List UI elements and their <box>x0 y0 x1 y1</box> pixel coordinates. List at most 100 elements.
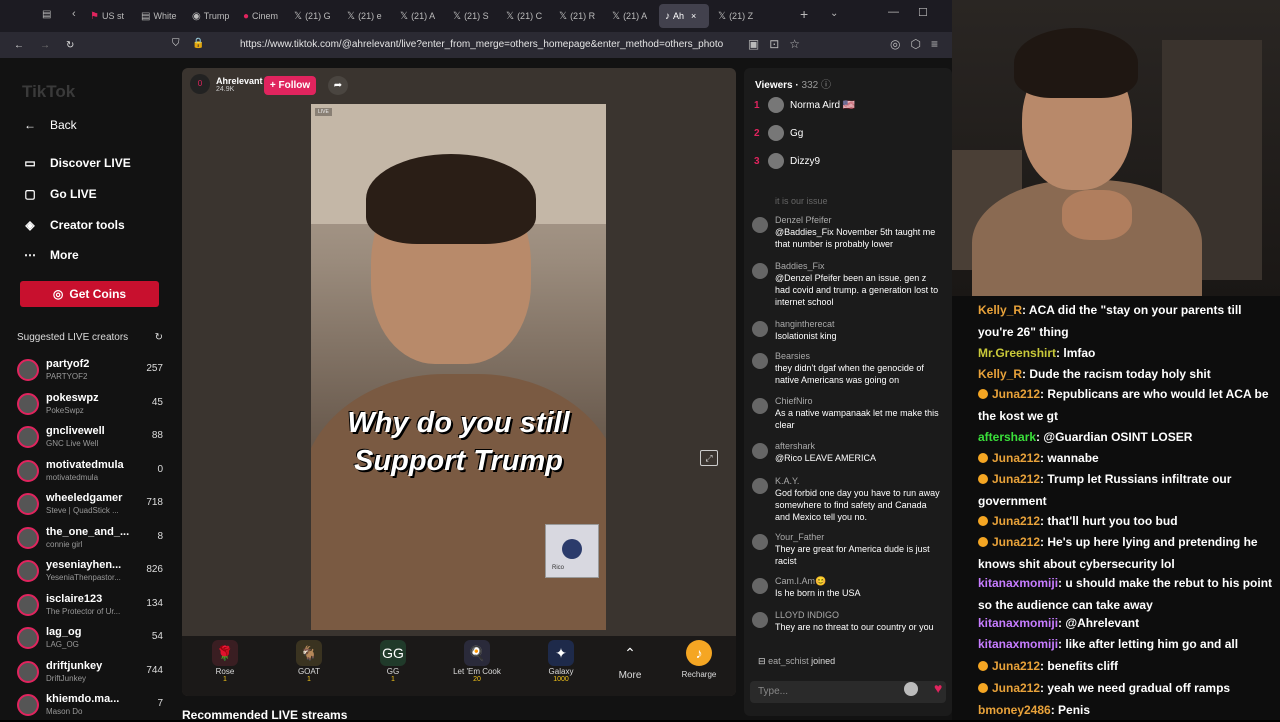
stream-chat-user: kitanaxmomiji <box>978 576 1059 590</box>
browser-tab[interactable]: ▤ White <box>135 4 183 28</box>
tab-scroll-left-icon[interactable]: ‹ <box>72 8 76 20</box>
tab-strip: ⚑ US st ▤ White ◉ Trump ● Cinem 𝕏 (21) G 𝕏 (21) e 𝕏(… <box>84 4 762 28</box>
streamer-hair <box>366 154 536 244</box>
nav-label: Go LIVE <box>50 187 97 201</box>
share-icon[interactable]: ➦ <box>328 76 348 95</box>
chat-username: hanginthere​cat <box>775 319 835 329</box>
browser-tab[interactable]: 𝕏 (21) e <box>341 4 391 28</box>
get-coins-label: Get Coins <box>69 287 127 301</box>
account-icon[interactable]: ◎ <box>890 37 900 51</box>
stream-chat-line: Juna212: benefits cliff <box>978 655 1276 677</box>
viewers-count: 332 <box>801 80 819 91</box>
creator-item[interactable]: partyof2 PARTYOF2 257 <box>17 356 163 386</box>
creator-viewer-count: 45 <box>151 396 163 408</box>
bookmark-star-icon[interactable]: ☆ <box>789 37 800 51</box>
browser-tab[interactable]: 𝕏 (21) G <box>288 4 338 28</box>
gift-chevron-up[interactable]: ⌃ More <box>600 640 660 681</box>
webcam-overlay <box>952 0 1280 296</box>
browser-tab[interactable]: 𝕏 (21) S <box>447 4 497 28</box>
creator-item[interactable]: yesenia​yhen... YeseniaThenpastor... 826 <box>17 557 163 587</box>
browser-tab[interactable]: 𝕏 (21) A <box>606 4 656 28</box>
creator-item[interactable]: isclaire123 The Protector of Ur... 134 <box>17 591 163 621</box>
guest-pip[interactable]: Rico <box>545 524 599 578</box>
gift-gg[interactable]: GG GG 1 <box>363 640 423 683</box>
chat-text: They are great for America dude is just … <box>775 544 930 566</box>
gift-rose[interactable]: 🌹 Rose 1 <box>195 640 255 683</box>
nav-discover-live[interactable]: ▭ Discover LIVE <box>22 156 131 170</box>
creator-subtitle: connie girl <box>46 539 83 549</box>
creator-item[interactable]: wheeledgamer Steve | QuadStick ... 718 <box>17 490 163 520</box>
x-icon: 𝕏 <box>718 10 727 22</box>
tab-list-icon[interactable]: ▤ <box>42 9 51 20</box>
screenshot-icon[interactable]: ⊡ <box>769 37 779 51</box>
host-name: Ahrelevant <box>216 75 263 86</box>
menu-icon[interactable]: ≡ <box>931 37 938 51</box>
close-tab-icon[interactable]: × <box>691 11 696 21</box>
browser-tab[interactable]: ● Cinem <box>237 4 285 28</box>
browser-tab[interactable]: ◉ Trump <box>186 4 234 28</box>
emoji-icon[interactable] <box>904 682 918 696</box>
creator-item[interactable]: motivatedmula motivatedmula 0 <box>17 457 163 487</box>
minimize-button[interactable]: — <box>888 6 899 18</box>
top-viewer[interactable]: 3 Dizzy9 <box>754 153 944 169</box>
get-coins-button[interactable]: ◎ Get Coins <box>20 281 159 307</box>
nav-go-live[interactable]: ▢ Go LIVE <box>22 187 97 201</box>
gift-name: GG <box>386 667 400 676</box>
reload-icon[interactable]: ↻ <box>66 40 74 51</box>
gift-name: Galaxy <box>548 667 574 676</box>
browser-tab[interactable]: 𝕏 (21) R <box>553 4 603 28</box>
creator-avatar <box>17 627 39 649</box>
stream-chat-line: Juna212: wannabe <box>978 447 1276 469</box>
gift-cook[interactable]: 🍳 Let 'Em Cook 20 <box>447 640 507 683</box>
new-tab-button[interactable]: + <box>800 6 808 22</box>
back-icon[interactable]: ← <box>14 40 24 51</box>
creator-item[interactable]: pokeswpz PokeSwpz 45 <box>17 390 163 420</box>
coin-icon: ◎ <box>52 287 64 301</box>
tab-label: (21) A <box>623 11 648 21</box>
tab-overflow-icon[interactable]: ⌄ <box>830 8 838 19</box>
top-viewer[interactable]: 2 Gg <box>754 125 944 141</box>
creator-item[interactable]: lag_og LAG_OG 54 <box>17 624 163 654</box>
heart-icon[interactable]: ♥ <box>934 680 942 696</box>
host-avatar[interactable]: 0 <box>190 74 210 94</box>
gift-galaxy[interactable]: ✦ Galaxy 1000 <box>531 640 591 683</box>
nav-label: Discover LIVE <box>50 156 131 170</box>
extensions-icon[interactable]: ⬡ <box>911 37 921 51</box>
chat-username: ChiefNiro <box>775 396 813 406</box>
browser-tab[interactable]: ⚑ US st <box>84 4 132 28</box>
tab-label: (21) e <box>358 11 382 21</box>
maximize-button[interactable]: ☐ <box>918 6 928 19</box>
top-viewer[interactable]: 1 Norma Aird 🇺🇸 <box>754 97 944 113</box>
nav-back[interactable]: ← Back <box>22 118 77 132</box>
browser-tab[interactable]: ♪ Ah × <box>659 4 709 28</box>
browser-tab[interactable]: 𝕏 (21) Z <box>712 4 762 28</box>
fullscreen-icon[interactable]: ⤢ <box>700 450 718 466</box>
tiktok-logo[interactable]: TikTok <box>22 82 75 102</box>
gift-goat[interactable]: 🐐 GOAT 1 <box>279 640 339 683</box>
creator-item[interactable]: the_one_and_... connie girl 8 <box>17 524 163 554</box>
creator-viewer-count: 744 <box>146 664 163 676</box>
follow-button[interactable]: + Follow <box>264 76 316 95</box>
ellipsis-icon: ⋯ <box>24 248 36 262</box>
live-video[interactable]: LIVE Why do you still Support Trump Rico <box>311 104 606 630</box>
x-icon: 𝕏 <box>506 10 515 22</box>
gift-coin[interactable]: ♪ Recharge <box>669 640 729 679</box>
chat-text: They are no threat to our country or you <box>775 622 934 632</box>
forward-icon[interactable]: → <box>40 40 50 51</box>
chat-text: @Denzel Pfeifer been an issue. gen z had… <box>775 273 939 307</box>
refresh-icon[interactable]: ↻ <box>155 332 163 343</box>
browser-tab[interactable]: 𝕏 (21) A <box>394 4 444 28</box>
info-icon[interactable]: ⓘ <box>821 80 831 91</box>
creator-item[interactable]: driftjunkey DriftJunkey 744 <box>17 658 163 688</box>
viewers-header[interactable]: Viewers · 332 ⓘ <box>755 76 831 91</box>
nav-label: Creator tools <box>50 218 125 232</box>
browser-tab[interactable]: 𝕏 (21) C <box>500 4 550 28</box>
host-info[interactable]: 0 Ahrelevant 24.9K <box>190 74 263 94</box>
creator-item[interactable]: gnclivewell GNC Live Well 88 <box>17 423 163 453</box>
nav-creator-tools[interactable]: ◈ Creator tools <box>22 218 125 232</box>
creator-item[interactable]: khiemdo.ma... Mason Do 7 <box>17 691 163 721</box>
nav-more[interactable]: ⋯ More <box>22 248 79 262</box>
cook-icon: 🍳 <box>464 640 490 666</box>
url-field[interactable]: https://www.tiktok.com/@ahrelevant/live?… <box>240 39 723 50</box>
reader-icon[interactable]: ▣ <box>748 37 759 51</box>
